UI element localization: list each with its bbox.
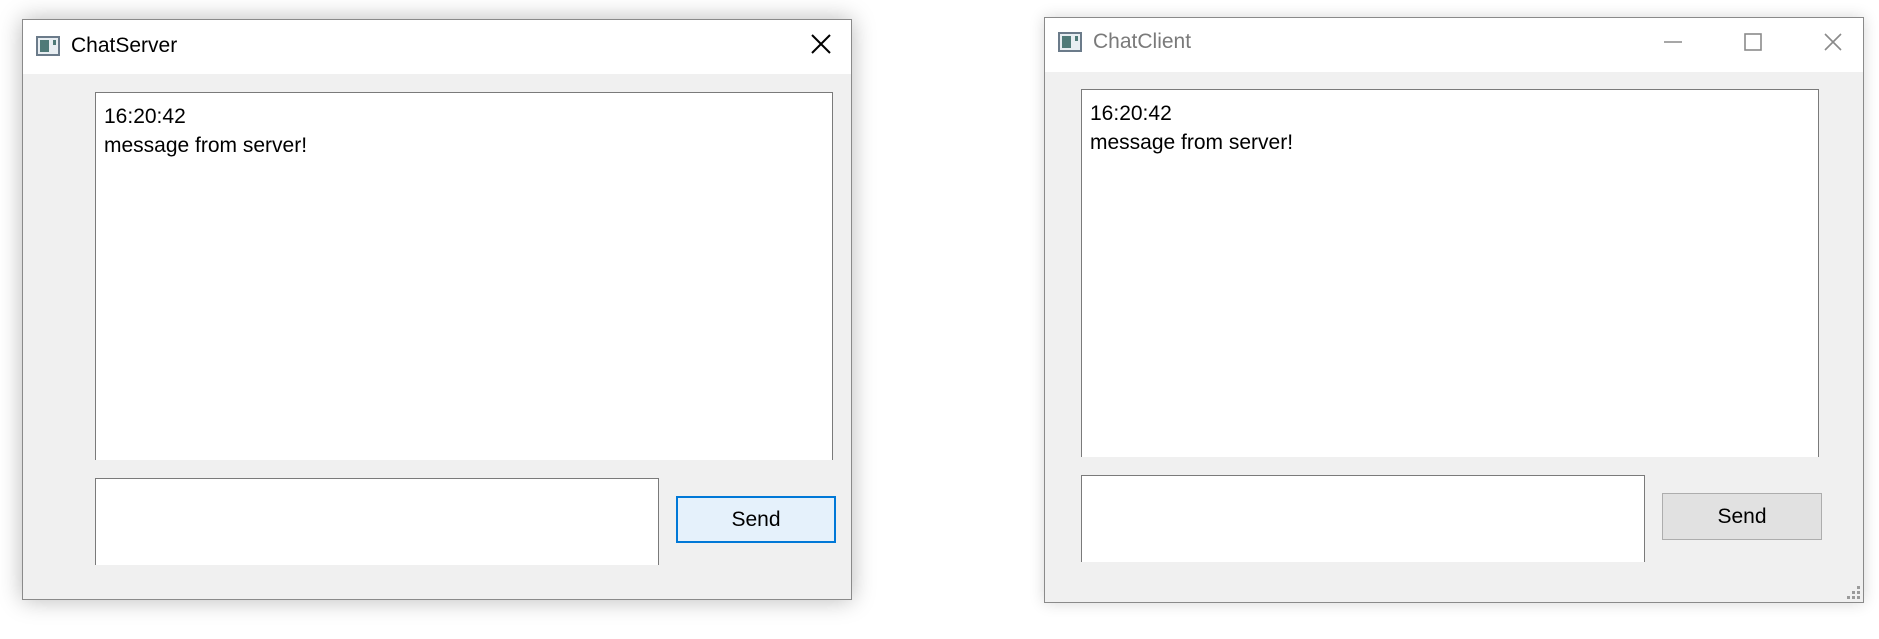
title-bar[interactable]: ChatServer bbox=[23, 20, 851, 74]
app-window-icon bbox=[36, 36, 60, 56]
chat-log[interactable]: 16:20:42 message from server! bbox=[1081, 89, 1819, 457]
close-button[interactable] bbox=[791, 20, 851, 68]
close-icon bbox=[1824, 33, 1842, 51]
send-button[interactable]: Send bbox=[1662, 493, 1822, 540]
resize-grip-icon[interactable] bbox=[1846, 585, 1860, 599]
app-window-icon bbox=[1058, 32, 1082, 52]
minimize-icon bbox=[1664, 41, 1682, 43]
title-bar[interactable]: ChatClient bbox=[1045, 18, 1863, 72]
chat-log-line: 16:20:42 bbox=[104, 105, 186, 128]
close-button[interactable] bbox=[1803, 18, 1863, 66]
close-icon bbox=[811, 34, 831, 54]
chat-log-line: message from server! bbox=[1090, 131, 1294, 154]
chat-log-line: message from server! bbox=[104, 134, 308, 157]
window-title: ChatClient bbox=[1093, 30, 1192, 53]
chatserver-window: ChatServer 16:20:42 message from server!… bbox=[22, 19, 852, 600]
window-title: ChatServer bbox=[71, 34, 178, 57]
send-button-label: Send bbox=[731, 507, 781, 531]
maximize-icon bbox=[1744, 33, 1762, 51]
chat-log[interactable]: 16:20:42 message from server! bbox=[95, 92, 833, 460]
message-input[interactable] bbox=[1081, 475, 1645, 562]
maximize-button[interactable] bbox=[1723, 18, 1783, 66]
message-input[interactable] bbox=[95, 478, 659, 565]
minimize-button[interactable] bbox=[1643, 18, 1703, 66]
chat-log-line: 16:20:42 bbox=[1090, 102, 1172, 125]
send-button[interactable]: Send bbox=[676, 496, 836, 543]
chatclient-window: ChatClient 16:20:42 message from server!… bbox=[1044, 17, 1864, 603]
send-button-label: Send bbox=[1717, 504, 1767, 528]
